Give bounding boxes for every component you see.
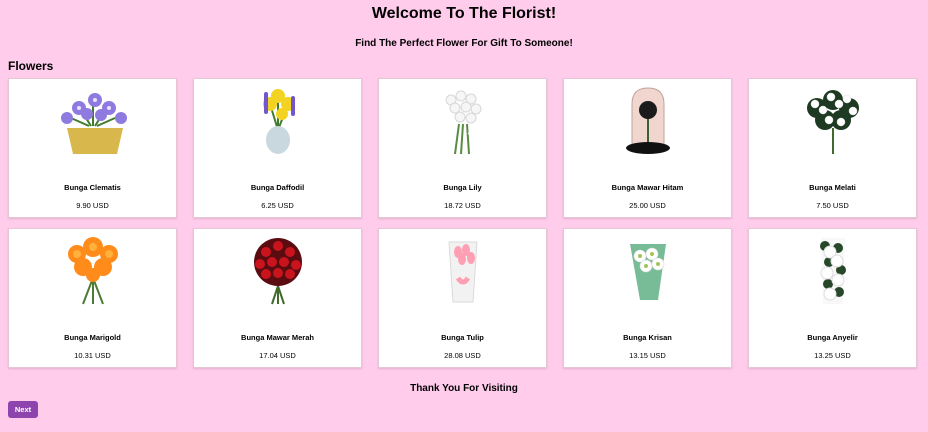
product-card[interactable]: Bunga Lily 18.72 USD — [378, 78, 547, 218]
product-price: 6.25 USD — [261, 201, 294, 210]
product-name: Bunga Clematis — [64, 183, 121, 192]
product-card[interactable]: Bunga Mawar Merah 17.04 USD — [193, 228, 362, 368]
product-card[interactable]: Bunga Tulip 28.08 USD — [378, 228, 547, 368]
product-price: 28.08 USD — [444, 351, 481, 360]
product-card[interactable]: Bunga Marigold 10.31 USD — [8, 228, 177, 368]
product-card[interactable]: Bunga Daffodil 6.25 USD — [193, 78, 362, 218]
product-card[interactable]: Bunga Krisan 13.15 USD — [563, 228, 732, 368]
product-name: Bunga Mawar Merah — [241, 333, 314, 342]
red-rose-image — [253, 238, 302, 305]
jasmine-image — [806, 90, 859, 154]
product-name: Bunga Daffodil — [250, 183, 305, 192]
daffodil-image — [262, 89, 295, 154]
page-title: Welcome To The Florist! — [371, 5, 557, 22]
black-rose-image — [625, 87, 670, 154]
product-card[interactable]: Bunga Anyelir 13.25 USD — [748, 228, 917, 368]
product-price: 25.00 USD — [629, 201, 666, 210]
product-price: 17.04 USD — [259, 351, 296, 360]
product-name: Bunga Lily — [443, 183, 482, 192]
lily-image — [445, 90, 482, 155]
product-grid: Bunga Clematis 9.90 USD Bunga Daffodil 6… — [8, 78, 917, 368]
marigold-image — [67, 237, 118, 305]
section-title: Flowers — [8, 59, 54, 73]
thank-you-message: Thank You For Visiting — [410, 383, 518, 394]
product-name: Bunga Mawar Hitam — [611, 183, 684, 192]
product-name: Bunga Tulip — [441, 333, 484, 342]
product-name: Bunga Marigold — [64, 333, 121, 342]
product-price: 9.90 USD — [76, 201, 109, 210]
chrysanthemum-image — [629, 244, 666, 300]
tulip-image — [447, 241, 478, 303]
product-name: Bunga Melati — [809, 183, 856, 192]
product-price: 10.31 USD — [74, 351, 111, 360]
product-price: 13.15 USD — [629, 351, 666, 360]
product-name: Bunga Anyelir — [807, 333, 858, 342]
product-card[interactable]: Bunga Mawar Hitam 25.00 USD — [563, 78, 732, 218]
clematis-image — [60, 93, 127, 154]
product-card[interactable]: Bunga Clematis 9.90 USD — [8, 78, 177, 218]
product-price: 13.25 USD — [814, 351, 851, 360]
carnation-image — [819, 238, 846, 304]
product-price: 7.50 USD — [816, 201, 849, 210]
product-price: 18.72 USD — [444, 201, 481, 210]
next-button[interactable]: Next — [8, 401, 38, 418]
product-card[interactable]: Bunga Melati 7.50 USD — [748, 78, 917, 218]
product-name: Bunga Krisan — [623, 333, 672, 342]
page-subtitle: Find The Perfect Flower For Gift To Some… — [355, 38, 573, 49]
